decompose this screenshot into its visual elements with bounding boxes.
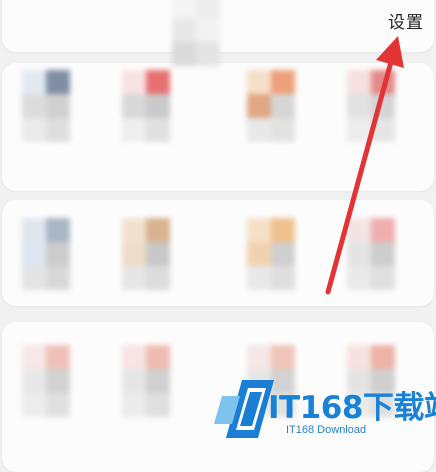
it168-logo-icon (214, 380, 274, 438)
tile-pixel (122, 242, 146, 266)
tile-pixel (196, 0, 220, 18)
tile-pixel (22, 393, 46, 417)
tile-pixel (22, 242, 46, 266)
tile-pixel (146, 266, 170, 290)
tile-pixel (271, 266, 295, 290)
tile-pixel (46, 266, 70, 290)
tile-pixel (46, 369, 70, 393)
tile-pixel (22, 118, 46, 142)
tile-pixel (22, 70, 46, 94)
tile-pixel (146, 218, 170, 242)
tile-pixel (371, 218, 395, 242)
tile-pixel (146, 94, 170, 118)
app-icon-tile[interactable] (22, 70, 70, 142)
tile-pixel (122, 345, 146, 369)
app-icon-tile[interactable] (247, 70, 295, 142)
tile-pixel (122, 70, 146, 94)
tile-pixel (146, 369, 170, 393)
app-icon-tile[interactable] (172, 0, 220, 66)
tile-pixel (22, 218, 46, 242)
tile-pixel (146, 242, 170, 266)
tile-pixel (247, 266, 271, 290)
tile-pixel (46, 70, 70, 94)
tile-pixel (271, 218, 295, 242)
tile-pixel (122, 369, 146, 393)
tile-pixel (146, 118, 170, 142)
tile-pixel (247, 242, 271, 266)
tile-pixel (196, 18, 220, 42)
watermark: IT168下载站 IT168 Download (214, 372, 436, 448)
tile-pixel (122, 218, 146, 242)
app-icon-tile[interactable] (247, 218, 295, 290)
tile-pixel (122, 118, 146, 142)
tile-pixel (371, 266, 395, 290)
tile-pixel (196, 42, 220, 66)
tile-pixel (271, 345, 295, 369)
tile-pixel (122, 393, 146, 417)
tile-pixel (271, 118, 295, 142)
tile-pixel (146, 393, 170, 417)
tile-pixel (46, 345, 70, 369)
watermark-subtitle: IT168 Download (286, 424, 367, 436)
tile-pixel (146, 345, 170, 369)
tile-pixel (46, 118, 70, 142)
tile-pixel (172, 18, 196, 42)
tile-pixel (371, 118, 395, 142)
app-icon-tile[interactable] (22, 345, 70, 417)
tile-pixel (347, 266, 371, 290)
app-icon-tile[interactable] (22, 218, 70, 290)
tile-pixel (347, 94, 371, 118)
tile-pixel (347, 218, 371, 242)
tile-pixel (247, 218, 271, 242)
tile-pixel (247, 94, 271, 118)
tile-pixel (247, 70, 271, 94)
tile-pixel (46, 393, 70, 417)
app-icon-tile[interactable] (122, 70, 170, 142)
tile-pixel (271, 70, 295, 94)
tile-pixel (172, 0, 196, 18)
app-icon-tile[interactable] (347, 70, 395, 142)
tile-pixel (122, 266, 146, 290)
tile-pixel (22, 369, 46, 393)
app-icon-tile[interactable] (347, 218, 395, 290)
tile-pixel (347, 118, 371, 142)
tile-pixel (46, 218, 70, 242)
tile-pixel (22, 266, 46, 290)
settings-link[interactable]: 设置 (388, 8, 424, 33)
tile-pixel (122, 94, 146, 118)
tile-pixel (371, 345, 395, 369)
tile-pixel (46, 242, 70, 266)
app-icon-tile[interactable] (122, 218, 170, 290)
tile-pixel (22, 345, 46, 369)
tile-pixel (371, 94, 395, 118)
watermark-brand: IT168下载站 (268, 390, 436, 426)
tile-pixel (146, 70, 170, 94)
tile-pixel (271, 242, 295, 266)
tile-pixel (347, 345, 371, 369)
tile-pixel (371, 70, 395, 94)
app-icon-tile[interactable] (122, 345, 170, 417)
tile-pixel (46, 94, 70, 118)
tile-pixel (347, 242, 371, 266)
tile-pixel (22, 94, 46, 118)
tile-pixel (172, 42, 196, 66)
tile-pixel (247, 345, 271, 369)
tile-pixel (247, 118, 271, 142)
tile-pixel (371, 242, 395, 266)
tile-pixel (271, 94, 295, 118)
tile-pixel (347, 70, 371, 94)
